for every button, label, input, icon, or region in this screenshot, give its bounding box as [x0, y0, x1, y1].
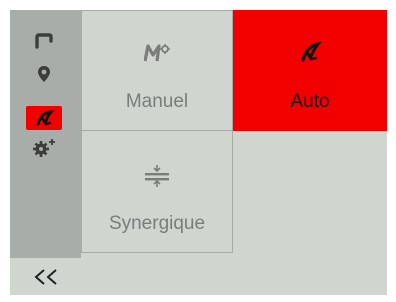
- auto-mode-icon: [299, 41, 322, 67]
- location-pin-icon[interactable]: [27, 62, 61, 86]
- mode-label-manuel: Manuel: [125, 91, 189, 112]
- welding-mode-screen: Manuel Auto Synergique: [10, 10, 387, 295]
- double-chevron-left-icon: [33, 268, 57, 285]
- mode-label-auto: Auto: [290, 91, 330, 112]
- mode-label-synergique: Synergique: [108, 213, 206, 234]
- torch-icon[interactable]: [27, 29, 61, 53]
- sidebar: [10, 10, 81, 295]
- auto-mode-icon[interactable]: [26, 106, 62, 130]
- gear-plus-icon[interactable]: [27, 135, 61, 159]
- mode-tile-auto[interactable]: Auto: [233, 10, 387, 131]
- manual-mode-icon: [143, 43, 170, 67]
- mode-tile-synergique[interactable]: Synergique: [81, 130, 233, 253]
- back-button[interactable]: [10, 257, 81, 295]
- mode-tile-manuel[interactable]: Manuel: [81, 10, 233, 131]
- synergic-mode-icon: [144, 165, 170, 191]
